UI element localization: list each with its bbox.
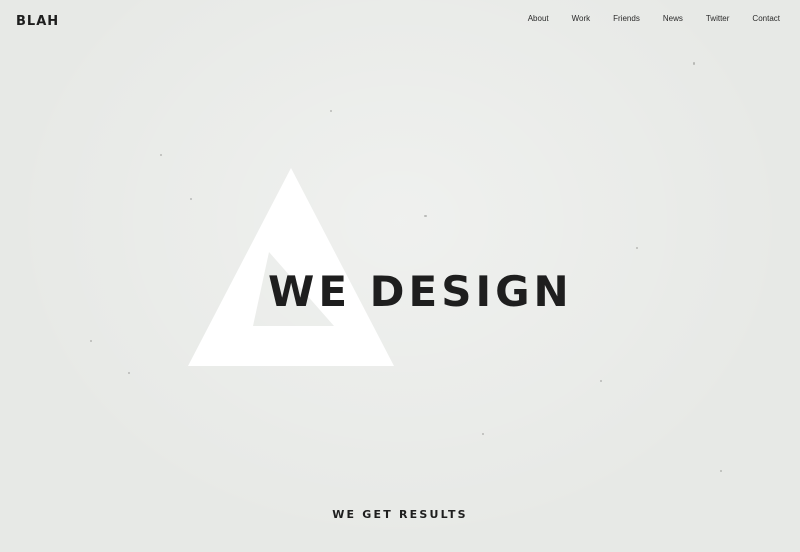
nav-link-about[interactable]: About — [528, 14, 549, 23]
speck — [636, 247, 638, 249]
speck — [330, 110, 332, 112]
nav-link-news[interactable]: News — [663, 14, 683, 23]
speck — [424, 215, 427, 217]
nav-link-twitter[interactable]: Twitter — [706, 14, 730, 23]
speck — [720, 470, 722, 472]
speck — [160, 154, 162, 156]
hero-tagline: WE GET RESULTS — [332, 508, 468, 521]
site-header: BLAH About Work Friends News Twitter Con… — [0, 0, 800, 40]
speck — [90, 340, 92, 342]
speck — [482, 433, 484, 435]
speck — [693, 62, 695, 65]
nav-link-contact[interactable]: Contact — [752, 14, 780, 23]
main-nav: About Work Friends News Twitter Contact — [505, 14, 780, 23]
site-logo[interactable]: BLAH — [16, 14, 59, 29]
speck — [128, 372, 130, 374]
hero-headline: WE DESIGN — [268, 267, 573, 316]
nav-link-friends[interactable]: Friends — [613, 14, 640, 23]
speck — [600, 380, 602, 382]
nav-link-work[interactable]: Work — [572, 14, 591, 23]
